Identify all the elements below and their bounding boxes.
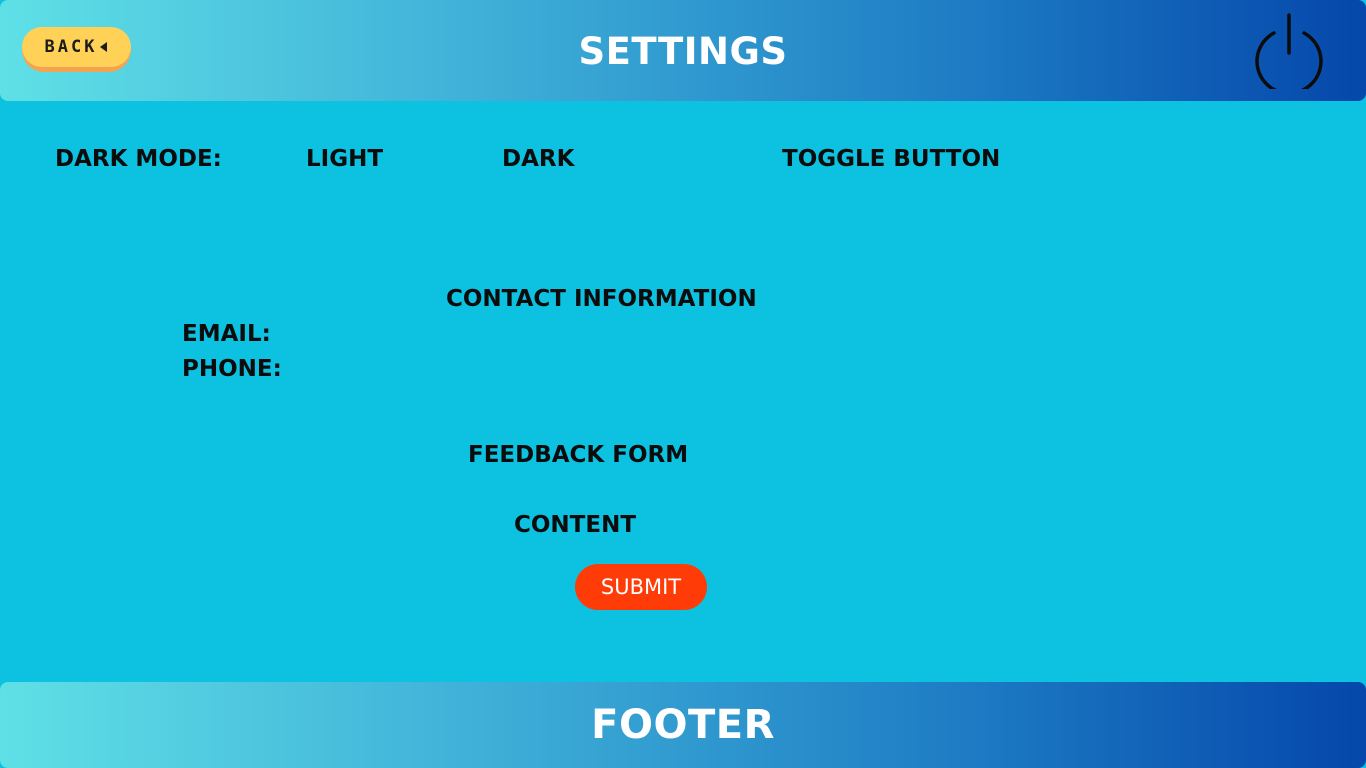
- page-title: SETTINGS: [578, 30, 788, 73]
- submit-button[interactable]: SUBMIT: [575, 564, 707, 610]
- footer-bar: FOOTER: [0, 682, 1366, 768]
- footer-title: FOOTER: [591, 702, 775, 748]
- email-label: EMAIL:: [182, 321, 271, 347]
- power-icon: [1255, 13, 1323, 89]
- toggle-button[interactable]: TOGGLE BUTTON: [782, 146, 1000, 172]
- contact-heading: CONTACT INFORMATION: [446, 286, 757, 312]
- dark-mode-label: DARK MODE:: [55, 146, 222, 172]
- power-button[interactable]: [1254, 13, 1324, 89]
- dark-mode-option[interactable]: DARK: [502, 146, 574, 172]
- submit-button-label: SUBMIT: [600, 575, 682, 599]
- feedback-content-field[interactable]: CONTENT: [514, 512, 636, 538]
- feedback-heading: FEEDBACK FORM: [468, 442, 689, 468]
- header-bar: BACK SETTINGS: [0, 0, 1366, 101]
- light-mode-option[interactable]: LIGHT: [306, 146, 383, 172]
- phone-label: PHONE:: [182, 356, 282, 382]
